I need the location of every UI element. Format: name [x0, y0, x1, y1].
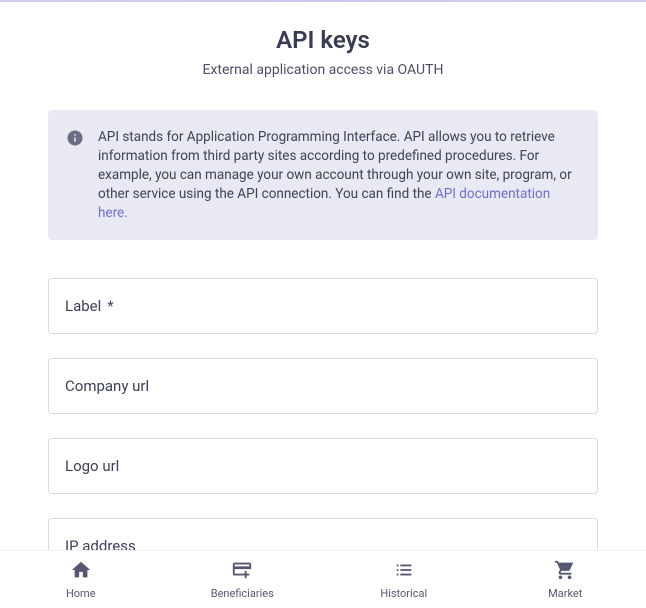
company-url-field[interactable]: Company url — [48, 358, 598, 414]
cart-icon — [554, 559, 576, 585]
info-icon — [66, 129, 84, 147]
list-icon — [393, 559, 415, 585]
home-icon — [70, 559, 92, 585]
nav-market[interactable]: Market — [485, 559, 646, 600]
nav-historical-label: Historical — [380, 587, 427, 600]
label-field[interactable]: Label * — [48, 278, 598, 334]
logo-url-field[interactable]: Logo url — [48, 438, 598, 494]
info-text: API stands for Application Programming I… — [98, 128, 578, 222]
page-title: API keys — [48, 26, 598, 54]
company-url-field-label: Company url — [65, 377, 149, 395]
nav-home-label: Home — [66, 587, 96, 600]
bottom-nav: Home Beneficiaries Historical Market — [0, 550, 646, 608]
label-field-label: Label — [65, 297, 101, 315]
nav-historical[interactable]: Historical — [323, 559, 485, 600]
info-box: API stands for Application Programming I… — [48, 110, 598, 240]
nav-beneficiaries-label: Beneficiaries — [211, 587, 274, 600]
nav-market-label: Market — [548, 587, 582, 600]
label-field-required: * — [107, 297, 113, 315]
logo-url-field-label: Logo url — [65, 457, 119, 475]
nav-home[interactable]: Home — [0, 559, 162, 600]
nav-beneficiaries[interactable]: Beneficiaries — [162, 559, 324, 600]
page-subtitle: External application access via OAUTH — [48, 62, 598, 78]
page-content: API keys External application access via… — [0, 2, 646, 574]
card-add-icon — [231, 559, 253, 585]
